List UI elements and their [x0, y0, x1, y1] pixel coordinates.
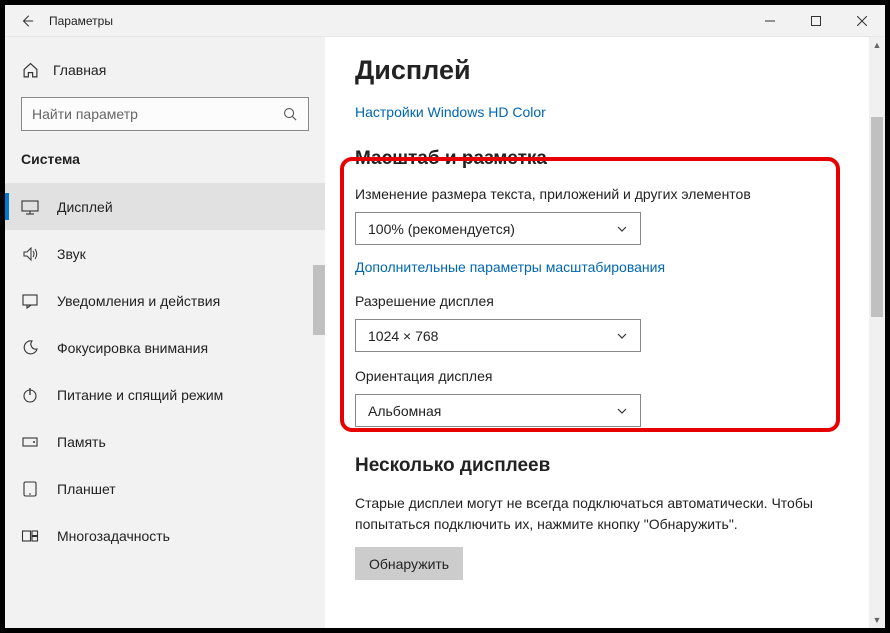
scroll-up-icon[interactable]: ▲ [869, 37, 885, 53]
orientation-dropdown[interactable]: Альбомная [355, 394, 641, 427]
sidebar-item-power[interactable]: Питание и спящий режим [5, 371, 325, 418]
sidebar-item-multitasking[interactable]: Многозадачность [5, 512, 325, 559]
tablet-icon [21, 480, 39, 498]
orientation-label: Ориентация дисплея [355, 368, 855, 384]
minimize-button[interactable] [747, 5, 793, 37]
nav-list: Дисплей Звук Уведомления и действия [5, 183, 325, 628]
nav-label: Фокусировка внимания [57, 340, 208, 356]
sidebar-item-notifications[interactable]: Уведомления и действия [5, 277, 325, 324]
close-button[interactable] [839, 5, 885, 37]
notifications-icon [21, 292, 39, 310]
maximize-button[interactable] [793, 5, 839, 37]
sidebar-item-focus[interactable]: Фокусировка внимания [5, 324, 325, 371]
window-title: Параметры [49, 14, 113, 28]
detect-button[interactable]: Обнаружить [355, 547, 463, 580]
multi-section-title: Несколько дисплеев [355, 455, 855, 477]
content: Дисплей Настройки Windows HD Color Масшт… [325, 37, 885, 628]
back-button[interactable] [5, 5, 49, 37]
nav-label: Питание и спящий режим [57, 387, 223, 403]
chevron-down-icon [616, 405, 628, 417]
nav-label: Память [57, 434, 106, 450]
category-label: Система [5, 151, 325, 183]
scale-dropdown[interactable]: 100% (рекомендуется) [355, 212, 641, 245]
multitasking-icon [21, 527, 39, 545]
sidebar-item-tablet[interactable]: Планшет [5, 465, 325, 512]
resolution-label: Разрешение дисплея [355, 293, 855, 309]
multi-desc: Старые дисплеи могут не всегда подключат… [355, 493, 855, 535]
chevron-down-icon [616, 223, 628, 235]
resolution-value: 1024 × 768 [368, 328, 438, 344]
scale-value: 100% (рекомендуется) [368, 221, 515, 237]
sidebar-scrollbar[interactable] [313, 265, 325, 335]
storage-icon [21, 433, 39, 451]
titlebar: Параметры [5, 5, 885, 37]
sidebar: Главная Система Дисплей [5, 37, 325, 628]
sound-icon [21, 245, 39, 263]
power-icon [21, 386, 39, 404]
home-button[interactable]: Главная [5, 55, 325, 97]
scroll-down-icon[interactable]: ▼ [869, 612, 885, 628]
orientation-value: Альбомная [368, 403, 441, 419]
home-icon [21, 61, 39, 79]
nav-label: Уведомления и действия [57, 293, 220, 309]
hd-color-link[interactable]: Настройки Windows HD Color [355, 104, 855, 120]
scale-label: Изменение размера текста, приложений и д… [355, 186, 855, 202]
home-label: Главная [53, 62, 106, 78]
page-title: Дисплей [355, 55, 855, 86]
search-icon [283, 107, 298, 122]
nav-label: Многозадачность [57, 528, 170, 544]
back-icon [20, 14, 34, 28]
sidebar-item-sound[interactable]: Звук [5, 230, 325, 277]
search-box[interactable] [21, 97, 309, 131]
resolution-dropdown[interactable]: 1024 × 768 [355, 319, 641, 352]
nav-label: Планшет [57, 481, 116, 497]
sidebar-item-storage[interactable]: Память [5, 418, 325, 465]
advanced-scale-link[interactable]: Дополнительные параметры масштабирования [355, 259, 665, 275]
focus-icon [21, 339, 39, 357]
scale-section-title: Масштаб и разметка [355, 148, 855, 170]
content-scrollbar[interactable]: ▲ ▼ [869, 37, 885, 628]
display-icon [21, 198, 39, 216]
nav-label: Дисплей [57, 199, 113, 215]
scroll-thumb[interactable] [871, 117, 883, 317]
nav-label: Звук [57, 246, 86, 262]
chevron-down-icon [616, 330, 628, 342]
search-input[interactable] [32, 106, 283, 122]
sidebar-item-display[interactable]: Дисплей [5, 183, 325, 230]
